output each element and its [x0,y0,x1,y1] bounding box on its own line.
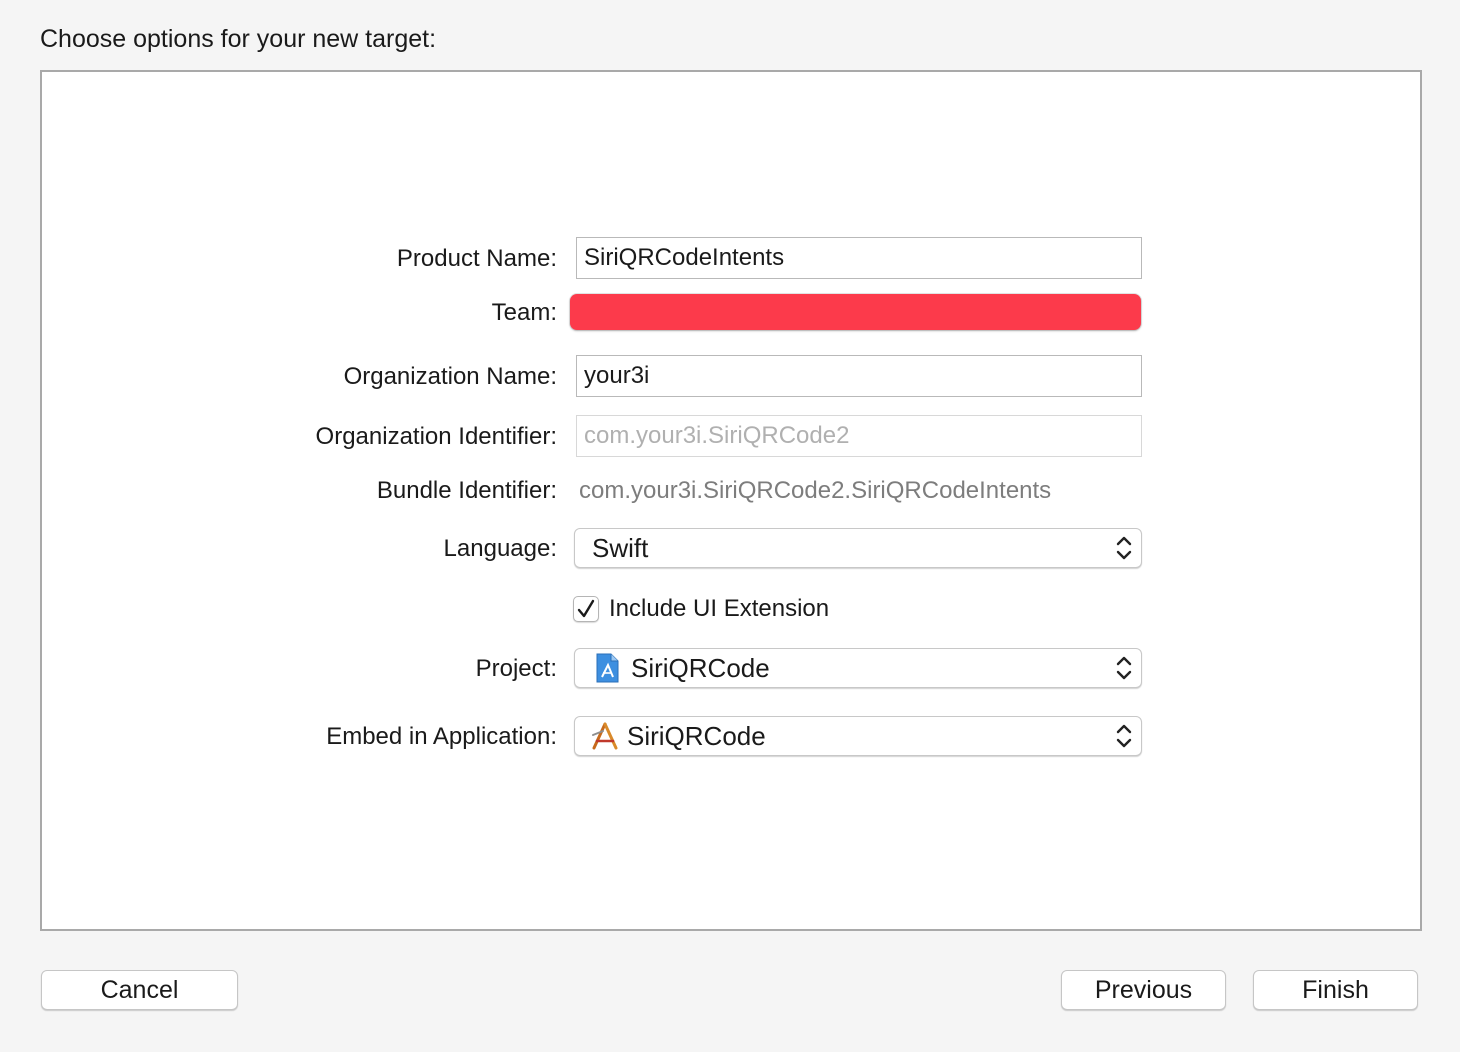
dialog-title: Choose options for your new target: [40,25,437,53]
organization-name-label: Organization Name: [343,363,557,390]
bundle-identifier-label: Bundle Identifier: [376,477,557,504]
finish-button[interactable]: Finish [1253,970,1418,1010]
organization-identifier-field[interactable]: com.your3i.SiriQRCode2 [576,415,1142,457]
up-down-chevron-icon [1116,724,1132,748]
language-value: Swift [592,533,649,563]
language-popup[interactable]: Swift [574,528,1142,568]
app-icon [592,722,618,750]
embed-in-application-value: SiriQRCode [627,721,766,751]
product-name-label: Product Name: [396,245,557,272]
embed-in-application-label: Embed in Application: [326,723,557,750]
up-down-chevron-icon [1116,656,1132,680]
cancel-button[interactable]: Cancel [41,970,238,1010]
include-ui-extension-label: Include UI Extension [609,595,830,622]
team-popup[interactable] [570,294,1141,330]
checkmark-icon [577,599,595,618]
embed-in-application-popup[interactable]: SiriQRCode [574,716,1142,756]
include-ui-extension-checkbox[interactable] [573,596,599,622]
xcode-project-icon [596,653,619,683]
previous-button[interactable]: Previous [1061,970,1226,1010]
project-popup[interactable]: SiriQRCode [574,648,1142,688]
organization-identifier-label: Organization Identifier: [315,423,557,450]
language-label: Language: [443,535,557,562]
up-down-chevron-icon [1116,536,1132,560]
project-value: SiriQRCode [631,653,770,683]
bundle-identifier-value: com.your3i.SiriQRCode2.SiriQRCodeIntents [579,477,1052,504]
product-name-field[interactable]: SiriQRCodeIntents [576,237,1142,279]
project-label: Project: [475,655,557,682]
team-label: Team: [491,299,557,326]
organization-name-field[interactable]: your3i [576,355,1142,397]
